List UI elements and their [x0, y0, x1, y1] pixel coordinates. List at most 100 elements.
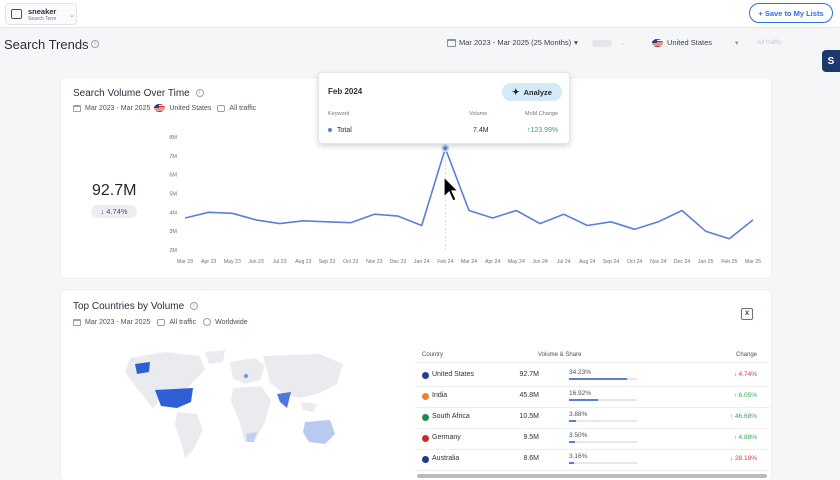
y-tick-label: 3M [169, 229, 177, 235]
x-tick-label: Jun 24 [532, 259, 548, 265]
mouse-cursor-icon [443, 176, 459, 202]
table-row[interactable]: India 45.8M 16.92% ↑ 6.05% [415, 386, 770, 407]
disabled-filter-caret: ⌄ [620, 41, 626, 47]
page-title: Search Trends [4, 37, 89, 52]
x-tick-label: Apr 23 [201, 259, 216, 265]
meta-country: United States [169, 104, 212, 112]
share-bar-fill [569, 462, 575, 464]
country-change: ↑ 46.68% [729, 413, 757, 420]
info-icon[interactable]: i [189, 302, 198, 311]
table-header-change: Change [736, 352, 758, 358]
country-change: ↑ 4.88% [733, 434, 758, 441]
table-divider [415, 362, 770, 363]
calendar-icon [73, 104, 81, 112]
chart-tooltip: Feb 2024 ✦ Analyze Keyword Volume MoM Ch… [318, 72, 570, 144]
x-tick-label: Dec 23 [390, 259, 407, 265]
excel-export-icon[interactable]: X [741, 308, 753, 320]
table-row[interactable]: South Africa 10.5M 3.88% ↑ 46.68% [415, 407, 770, 428]
highlight-point[interactable] [443, 146, 448, 151]
y-tick-label: 6M [169, 173, 177, 179]
analyze-button[interactable]: ✦ Analyze [502, 83, 562, 101]
meta-date: Mar 2023 - Mar 2025 [85, 104, 151, 112]
country-volume: 9.5M [523, 434, 539, 441]
table-header-country: Country [422, 352, 444, 358]
x-tick-label: Jan 25 [698, 259, 714, 265]
country-name: Germany [432, 434, 461, 441]
y-tick-label: 4M [169, 210, 177, 216]
country-name: Australia [432, 455, 460, 462]
series-line[interactable] [184, 147, 754, 240]
meta-date: Mar 2023 - Mar 2025 [85, 318, 151, 326]
meta-traffic: All traffic [169, 318, 197, 326]
info-icon[interactable]: i [91, 40, 99, 48]
country-volume: 10.5M [519, 413, 539, 420]
share-bar [569, 441, 637, 443]
country-flag-icon [422, 393, 429, 400]
tooltip-mom: ↑123.99% [527, 127, 559, 134]
save-to-lists-button[interactable]: + Save to My Lists [749, 3, 833, 23]
x-tick-label: Mar 24 [461, 259, 477, 265]
card-title: Search Volume Over Time i [73, 88, 204, 99]
table-divider [415, 470, 770, 471]
search-term-type: Search Term [28, 16, 57, 22]
tooltip-col-keyword: Keyword [328, 111, 350, 117]
country-share: 3.50% [569, 432, 588, 439]
x-tick-label: Aug 24 [579, 259, 596, 265]
x-tick-label: Apr 24 [485, 259, 500, 265]
country-name: United States [432, 371, 475, 378]
country-flag-icon [422, 414, 429, 421]
country-volume: 92.7M [519, 371, 539, 378]
us-flag-icon [652, 38, 663, 47]
series-dot [328, 128, 332, 133]
country-label: United States [667, 38, 713, 47]
country-name: South Africa [432, 413, 470, 420]
country-volume: 45.8M [519, 392, 539, 399]
country-change: ↑ 6.05% [733, 392, 758, 399]
search-term-selector[interactable]: sneaker Search Term ⌄ [5, 3, 77, 25]
info-icon[interactable]: i [195, 89, 204, 98]
country-flag-icon [422, 456, 429, 463]
horizontal-scrollbar[interactable] [417, 474, 767, 478]
x-tick-label: Mar 23 [177, 259, 193, 265]
country-change: ↓ 28.18% [729, 455, 757, 462]
change-badge: ↓ 4.74% [91, 205, 137, 218]
side-panel-tab[interactable]: S [822, 50, 840, 72]
share-bar-fill [569, 378, 628, 380]
x-tick-label: Feb 25 [721, 259, 737, 265]
table-row[interactable]: Germany 9.5M 3.50% ↑ 4.88% [415, 428, 770, 449]
volume-line-chart[interactable]: 2M 3M 4M 5M 6M 7M 8M Mar 23 Apr 23 May 23 Jun 23 Ju… [165, 133, 765, 268]
country-share: 34.23% [569, 369, 592, 376]
traffic-filter[interactable]: All traffic [757, 39, 782, 46]
table-row[interactable]: Australia 8.6M 3.16% ↓ 28.18% [415, 449, 770, 470]
x-tick-label: Sep 23 [319, 259, 336, 265]
disabled-filter [592, 40, 612, 47]
world-map[interactable] [105, 350, 345, 460]
country-volume: 8.6M [523, 455, 539, 462]
x-tick-label: Feb 24 [437, 259, 453, 265]
country-share: 16.92% [569, 390, 592, 397]
date-range-filter[interactable]: Mar 2023 - Mar 2025 (25 Months) ▾ [447, 38, 578, 47]
y-tick-label: 7M [169, 154, 177, 160]
x-tick-label: Jul 23 [273, 259, 287, 265]
x-tick-label: Oct 23 [343, 259, 358, 265]
card-meta: Mar 2023 - Mar 2025 All traffic Worldwid… [73, 318, 248, 326]
total-volume: 92.7M [92, 182, 137, 199]
country-flag-icon [422, 372, 429, 379]
share-bar-fill [569, 441, 575, 443]
x-tick-label: Nov 24 [650, 259, 667, 265]
x-tick-label: Jan 24 [414, 259, 430, 265]
card-title: Top Countries by Volume i [73, 301, 198, 312]
x-tick-label: May 24 [508, 259, 525, 265]
chevron-down-icon[interactable]: ▾ [735, 39, 739, 47]
search-term-icon [11, 9, 22, 19]
country-filter[interactable]: United States [652, 38, 712, 47]
globe-icon [203, 318, 212, 326]
table-row[interactable]: United States 92.7M 34.23% ↓ 4.74% [415, 365, 770, 386]
meta-traffic: All traffic [229, 104, 257, 112]
x-tick-label: Jun 23 [248, 259, 264, 265]
country-name: India [432, 392, 448, 399]
country-change: ↓ 4.74% [733, 371, 758, 378]
x-tick-label: Oct 24 [627, 259, 642, 265]
share-bar [569, 462, 637, 464]
x-tick-label: Nov 23 [366, 259, 383, 265]
